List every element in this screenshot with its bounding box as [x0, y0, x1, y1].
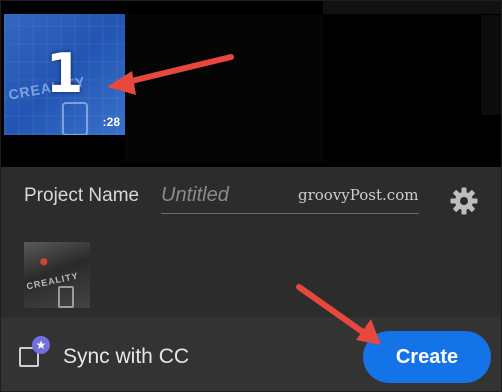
strip-next-clip-edge[interactable] — [481, 15, 501, 115]
project-name-label: Project Name — [24, 185, 140, 206]
clip-thumbnail-footer — [4, 135, 125, 161]
media-strip: CREALITY 1 :28 — [1, 1, 501, 167]
settings-button[interactable] — [449, 186, 479, 216]
clip-duration: :28 — [102, 115, 120, 129]
project-panel: Project Name groovyPost.com — [1, 167, 501, 317]
app-window: CREALITY 1 :28 Project Name groovyPost.c… — [0, 0, 502, 392]
star-icon: ★ — [32, 336, 50, 354]
strip-background — [323, 1, 501, 14]
sync-label: Sync with CC — [63, 345, 190, 368]
project-media-thumbnail[interactable]: CREALITY — [24, 242, 90, 308]
watermark: groovyPost.com — [298, 186, 419, 204]
footer-bar: ★ Sync with CC Create — [1, 317, 501, 391]
clip-index: 1 — [45, 42, 84, 105]
clip-thumbnail[interactable]: CREALITY 1 :28 — [4, 14, 125, 135]
thumbnail-detail — [62, 102, 88, 135]
media-thumbnail-detail — [58, 286, 74, 308]
gear-icon — [450, 187, 478, 215]
strip-empty-area — [125, 14, 323, 161]
create-button[interactable]: Create — [363, 331, 491, 383]
